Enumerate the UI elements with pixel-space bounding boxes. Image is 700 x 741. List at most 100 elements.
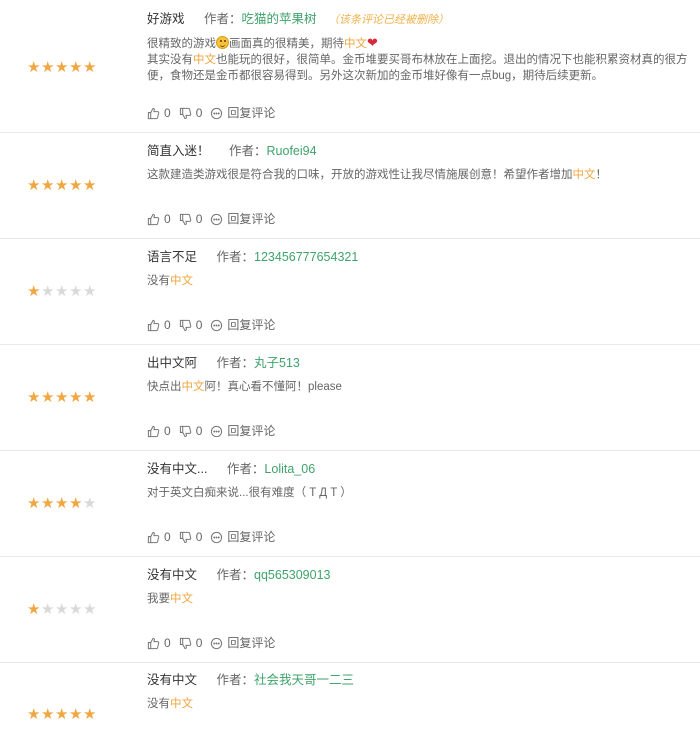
reply-label: 回复评论 bbox=[227, 318, 276, 332]
review-header: 语言不足 作者：123456777654321 bbox=[147, 249, 358, 265]
like-button[interactable]: 0 bbox=[147, 530, 171, 544]
review-body: 这款建造类游戏很是符合我的口味，开放的游戏性让我尽情施展创意！希望作者增加中文！ bbox=[147, 167, 695, 183]
heart-icon: ❤ bbox=[367, 35, 378, 50]
author-link[interactable]: Lolita_06 bbox=[264, 462, 315, 476]
star-rating: ★★★★★ bbox=[27, 602, 97, 617]
review-item: ★★★★★ 没有中文 作者：qq565309013 我要中文 0 0 回复评论 bbox=[0, 557, 700, 663]
author-label: 作者： bbox=[216, 568, 255, 582]
dislike-count: 0 bbox=[195, 424, 203, 438]
like-count: 0 bbox=[164, 212, 171, 226]
star-filled-icon: ★ bbox=[27, 706, 42, 723]
thumbs-up-icon bbox=[147, 107, 164, 120]
review-item: ★★★★★ 语言不足 作者：123456777654321 没有中文 0 0 回复评… bbox=[0, 239, 700, 345]
highlight-text: 中文 bbox=[170, 593, 193, 605]
reply-button[interactable]: 回复评论 bbox=[210, 530, 275, 544]
review-header: 好游戏 作者：吃猫的苹果树 （该条评论已经被删除） bbox=[147, 11, 449, 28]
like-button[interactable]: 0 bbox=[147, 106, 171, 120]
like-count: 0 bbox=[164, 318, 171, 332]
star-filled-icon: ★ bbox=[27, 495, 42, 512]
review-title: 没有中文 bbox=[147, 673, 198, 687]
star-rating: ★★★★★ bbox=[27, 496, 97, 511]
star-filled-icon: ★ bbox=[83, 389, 98, 406]
star-filled-icon: ★ bbox=[27, 283, 42, 300]
star-filled-icon: ★ bbox=[55, 495, 70, 512]
review-title: 语言不足 bbox=[147, 250, 198, 264]
reply-button[interactable]: 回复评论 bbox=[210, 318, 275, 332]
star-filled-icon: ★ bbox=[55, 389, 70, 406]
thumbs-down-icon bbox=[179, 425, 196, 438]
star-empty-icon: ★ bbox=[83, 601, 98, 618]
reply-label: 回复评论 bbox=[227, 530, 276, 544]
author-label: 作者： bbox=[204, 12, 242, 26]
reply-button[interactable]: 回复评论 bbox=[210, 424, 275, 438]
review-actions: 0 0 回复评论 bbox=[147, 424, 283, 441]
star-empty-icon: ★ bbox=[41, 283, 56, 300]
star-empty-icon: ★ bbox=[83, 283, 98, 300]
body-text: 快点出 bbox=[147, 381, 182, 393]
author-link[interactable]: qq565309013 bbox=[254, 568, 330, 582]
body-text: 我要 bbox=[147, 593, 170, 605]
thumbs-up-icon bbox=[147, 637, 164, 650]
review-title: 出中文阿 bbox=[147, 356, 198, 370]
star-empty-icon: ★ bbox=[55, 601, 70, 618]
reply-button[interactable]: 回复评论 bbox=[210, 636, 275, 650]
body-text: 也能玩的很好，很简单。金币堆要买哥布林放在上面挖。退出的情况下也能积累资材真的很… bbox=[147, 54, 688, 82]
comment-icon bbox=[210, 637, 227, 650]
dislike-button[interactable]: 0 bbox=[179, 530, 202, 544]
author-link[interactable]: 社会我天哥一二三 bbox=[254, 673, 354, 687]
star-filled-icon: ★ bbox=[41, 389, 56, 406]
review-actions: 0 0 回复评论 bbox=[147, 636, 283, 653]
author-link[interactable]: 123456777654321 bbox=[254, 250, 358, 264]
star-filled-icon: ★ bbox=[41, 495, 56, 512]
dislike-button[interactable]: 0 bbox=[179, 212, 203, 226]
star-empty-icon: ★ bbox=[55, 283, 70, 300]
author-link[interactable]: 吃猫的苹果树 bbox=[242, 12, 317, 26]
like-button[interactable]: 0 bbox=[147, 636, 171, 650]
dislike-button[interactable]: 0 bbox=[179, 106, 202, 120]
author-link[interactable]: 丸子513 bbox=[254, 356, 300, 370]
thumbs-down-icon bbox=[179, 531, 196, 544]
review-title: 没有中文 bbox=[147, 568, 198, 582]
highlight-text: 中文 bbox=[193, 54, 216, 66]
star-filled-icon: ★ bbox=[83, 706, 98, 723]
star-filled-icon: ★ bbox=[83, 59, 98, 76]
body-text: 画面真的很精美，期待 bbox=[229, 38, 344, 50]
like-count: 0 bbox=[164, 424, 171, 438]
review-body: 很精致的游戏 画面真的很精美，期待中文❤ 其实没有中文也能玩的很好，很简单。金币堆… bbox=[147, 35, 695, 84]
dislike-count: 0 bbox=[195, 636, 203, 650]
review-header: 出中文阿 作者：丸子513 bbox=[147, 355, 300, 371]
like-button[interactable]: 0 bbox=[147, 212, 171, 226]
dislike-count: 0 bbox=[195, 212, 203, 226]
reply-button[interactable]: 回复评论 bbox=[210, 106, 275, 120]
review-actions: 0 0 回复评论 bbox=[147, 106, 283, 123]
reply-button[interactable]: 回复评论 bbox=[210, 212, 275, 226]
star-rating: ★★★★★ bbox=[27, 707, 97, 722]
thumbs-down-icon bbox=[179, 637, 196, 650]
review-title: 好游戏 bbox=[147, 12, 185, 26]
reply-label: 回复评论 bbox=[227, 636, 276, 650]
review-body: 对于英文白痴来说...很有难度（ T Д T ） bbox=[147, 485, 695, 501]
like-button[interactable]: 0 bbox=[147, 318, 171, 332]
body-text: ！ bbox=[595, 169, 608, 181]
reply-label: 回复评论 bbox=[227, 212, 276, 226]
thumbs-down-icon bbox=[179, 107, 196, 120]
star-filled-icon: ★ bbox=[69, 59, 84, 76]
body-text: 对于英文白痴来说...很有难度（ T Д T ） bbox=[147, 487, 352, 499]
star-filled-icon: ★ bbox=[69, 706, 84, 723]
review-item: ★★★★★ 简直入迷！ 作者：Ruofei94 这款建造类游戏很是符合我的口味，… bbox=[0, 133, 700, 239]
star-filled-icon: ★ bbox=[55, 59, 70, 76]
author-link[interactable]: Ruofei94 bbox=[267, 144, 317, 158]
review-body: 我要中文 bbox=[147, 591, 695, 607]
review-header: 没有中文 作者：社会我天哥一二三 bbox=[147, 672, 354, 688]
dislike-button[interactable]: 0 bbox=[179, 318, 202, 332]
dislike-button[interactable]: 0 bbox=[179, 424, 203, 438]
body-text: 没有 bbox=[147, 698, 170, 710]
like-button[interactable]: 0 bbox=[147, 424, 171, 438]
highlight-text: 中文 bbox=[344, 38, 367, 50]
review-title: 简直入迷！ bbox=[147, 144, 210, 158]
review-actions: 0 0 回复评论 bbox=[147, 212, 283, 229]
dislike-button[interactable]: 0 bbox=[179, 636, 203, 650]
review-body: 没有中文 bbox=[147, 696, 695, 712]
review-item: ★★★★★ 没有中文 作者：社会我天哥一二三 没有中文 bbox=[0, 663, 700, 741]
star-filled-icon: ★ bbox=[69, 177, 84, 194]
